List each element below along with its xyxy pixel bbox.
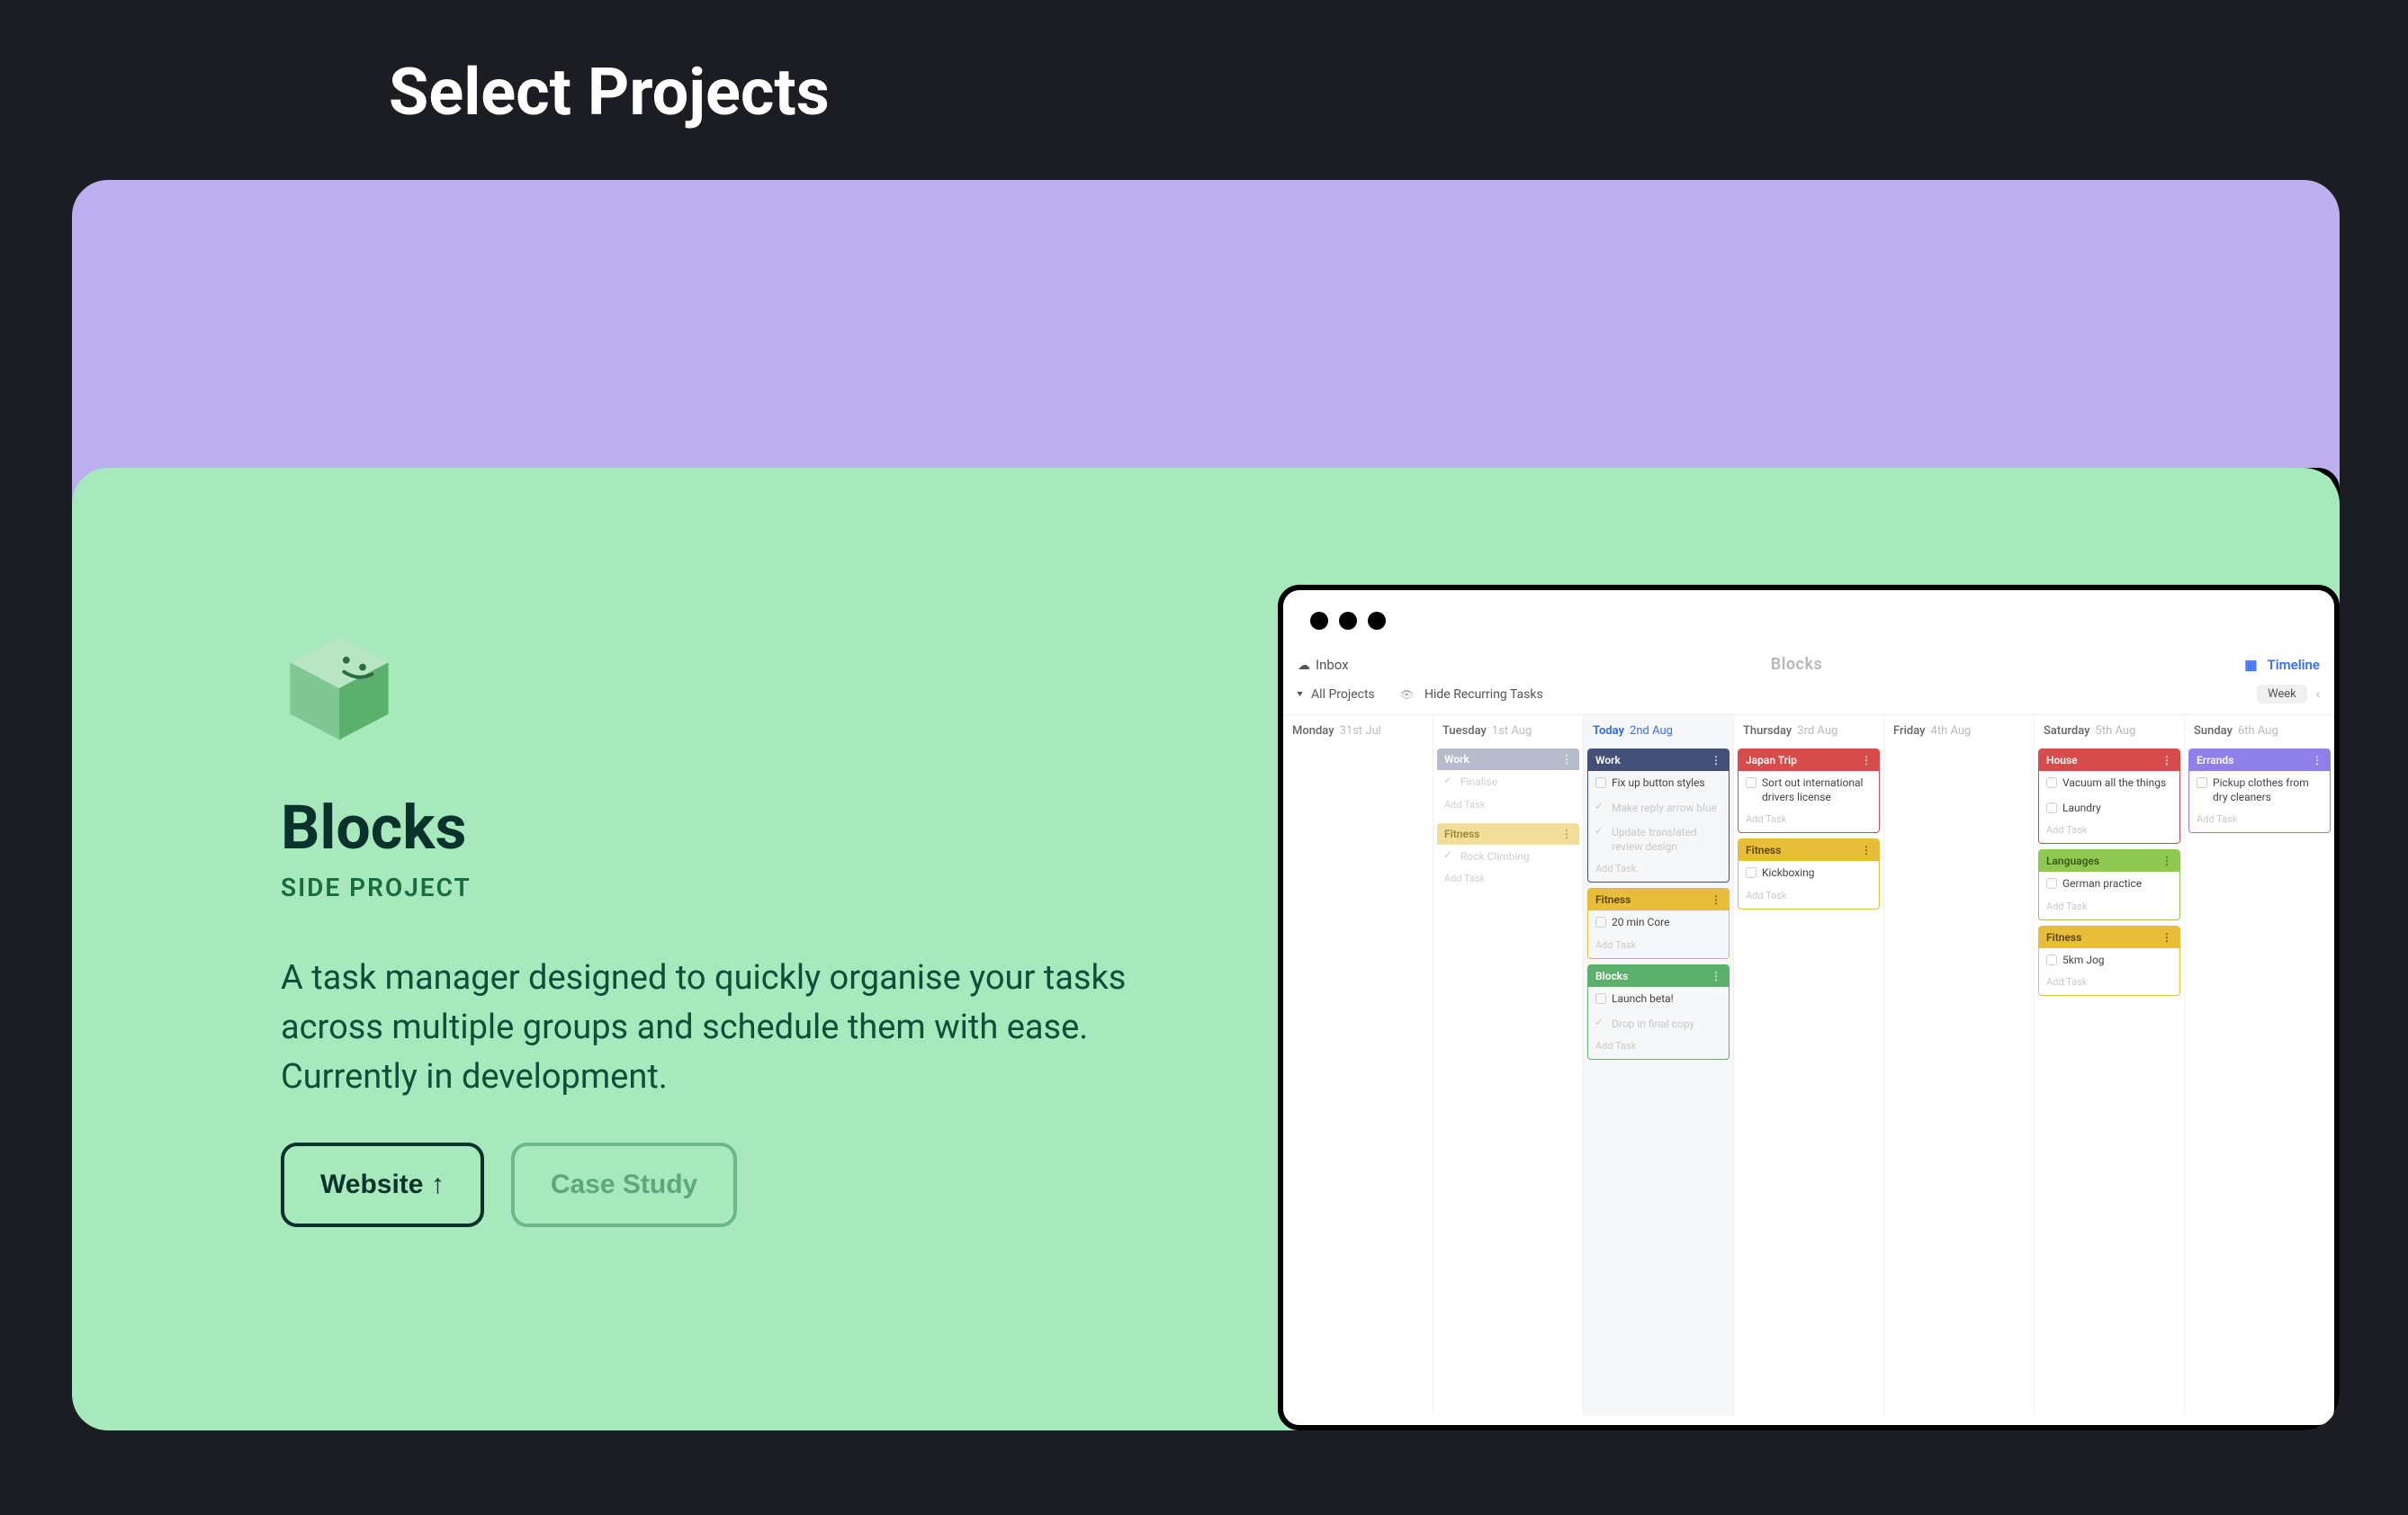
task-item[interactable]: Make reply arrow blue [1588, 796, 1729, 821]
checkbox-icon[interactable] [1595, 993, 1606, 1004]
checkbox-icon[interactable] [1746, 777, 1757, 788]
add-task-button[interactable]: Add Task [1588, 1036, 1729, 1059]
calendar-grid: Monday31st JulTuesday1st AugWork⋮Finalis… [1283, 714, 2334, 1416]
checkbox-icon[interactable] [1444, 851, 1455, 862]
task-group: Fitness⋮5km JogAdd Task [2038, 926, 2180, 997]
group-header[interactable]: Work⋮ [1588, 749, 1729, 771]
case-study-button[interactable]: Case Study [511, 1143, 737, 1227]
add-task-button[interactable]: Add Task [2039, 973, 2179, 995]
day-column: Today2nd AugWork⋮Fix up button stylesMak… [1584, 715, 1734, 1416]
day-column: Friday4th Aug [1884, 715, 2035, 1416]
group-header[interactable]: Blocks⋮ [1588, 965, 1729, 987]
checkbox-icon[interactable] [1595, 827, 1606, 838]
task-group: Errands⋮Pickup clothes from dry cleaners… [2188, 749, 2331, 833]
task-group: Fitness⋮20 min CoreAdd Task [1587, 888, 1730, 959]
day-column: Sunday6th AugErrands⋮Pickup clothes from… [2185, 715, 2334, 1416]
day-column: Monday31st Jul [1283, 715, 1433, 1416]
day-header: Thursday3rd Aug [1734, 715, 1883, 749]
task-item[interactable]: 5km Jog [2039, 948, 2179, 973]
checkbox-icon[interactable] [1595, 802, 1606, 813]
checkbox-icon[interactable] [2197, 777, 2207, 788]
checkbox-icon[interactable] [1444, 776, 1455, 787]
day-header: Today2nd Aug [1584, 715, 1733, 749]
project-subtitle: SIDE PROJECT [281, 873, 472, 902]
app-title: Blocks [1771, 655, 1822, 674]
group-header[interactable]: Fitness⋮ [2039, 927, 2179, 948]
task-group: Work⋮FinaliseAdd Task [1437, 749, 1579, 818]
group-header[interactable]: Work⋮ [1437, 749, 1579, 770]
checkbox-icon[interactable] [2046, 777, 2057, 788]
add-task-button[interactable]: Add Task [1437, 795, 1579, 818]
task-item[interactable]: Laundry [2039, 796, 2179, 821]
add-task-button[interactable]: Add Task [2039, 820, 2179, 843]
add-task-button[interactable]: Add Task [1739, 810, 1879, 832]
task-group: House⋮Vacuum all the thingsLaundryAdd Ta… [2038, 749, 2180, 844]
add-task-button[interactable]: Add Task [1588, 859, 1729, 882]
checkbox-icon[interactable] [1595, 917, 1606, 928]
task-item[interactable]: Drop in final copy [1588, 1012, 1729, 1037]
day-column: Saturday5th AugHouse⋮Vacuum all the thin… [2035, 715, 2185, 1416]
group-header[interactable]: House⋮ [2039, 749, 2179, 771]
task-group: Work⋮Fix up button stylesMake reply arro… [1587, 749, 1730, 883]
inbox-link[interactable]: Inbox [1298, 657, 1349, 673]
add-task-button[interactable]: Add Task [1437, 869, 1579, 892]
task-item[interactable]: Vacuum all the things [2039, 771, 2179, 796]
task-item[interactable]: Finalise [1437, 770, 1579, 795]
project-title: Blocks [281, 792, 466, 864]
toggle-hide-recurring[interactable]: Hide Recurring Tasks [1400, 687, 1543, 702]
add-task-button[interactable]: Add Task [2039, 897, 2179, 919]
project-description: A task manager designed to quickly organ… [281, 954, 1136, 1102]
project-card-blocks: Blocks SIDE PROJECT A task manager desig… [72, 468, 2340, 1430]
checkbox-icon[interactable] [2046, 802, 2057, 813]
add-task-button[interactable]: Add Task [1739, 886, 1879, 909]
website-button[interactable]: Website ↑ [281, 1143, 484, 1227]
button-row: Website ↑ Case Study [281, 1143, 737, 1227]
range-week-pill[interactable]: Week [2257, 685, 2307, 704]
task-group: Fitness⋮KickboxingAdd Task [1738, 838, 1880, 910]
day-header: Monday31st Jul [1283, 715, 1433, 749]
task-item[interactable]: Launch beta! [1588, 987, 1729, 1012]
task-item[interactable]: Rock Climbing [1437, 845, 1579, 870]
group-header[interactable]: Japan Trip⋮ [1739, 749, 1879, 771]
add-task-button[interactable]: Add Task [1588, 936, 1729, 958]
add-task-button[interactable]: Add Task [2189, 810, 2330, 832]
section-title: Select Projects [389, 54, 830, 130]
task-item[interactable]: Sort out international drivers license [1739, 771, 1879, 810]
task-item[interactable]: 20 min Core [1588, 910, 1729, 936]
task-group: Fitness⋮Rock ClimbingAdd Task [1437, 823, 1579, 892]
group-header[interactable]: Fitness⋮ [1739, 839, 1879, 861]
checkbox-icon[interactable] [1746, 867, 1757, 878]
task-item[interactable]: Kickboxing [1739, 861, 1879, 886]
task-item[interactable]: Update translated review design [1588, 820, 1729, 859]
checkbox-icon[interactable] [2046, 878, 2057, 889]
day-column: Tuesday1st AugWork⋮FinaliseAdd TaskFitne… [1433, 715, 1584, 1416]
task-item[interactable]: German practice [2039, 872, 2179, 897]
checkbox-icon[interactable] [2046, 955, 2057, 965]
checkbox-icon[interactable] [1595, 777, 1606, 788]
filter-all-projects[interactable]: All Projects [1298, 687, 1375, 702]
group-header[interactable]: Errands⋮ [2189, 749, 2330, 771]
group-header[interactable]: Fitness⋮ [1437, 823, 1579, 845]
day-header: Saturday5th Aug [2035, 715, 2184, 749]
preview-browser-blocks: Inbox Blocks Timeline All Projects Hide … [1278, 585, 2340, 1430]
day-header: Friday4th Aug [1884, 715, 2034, 749]
task-group: Languages⋮German practiceAdd Task [2038, 849, 2180, 920]
task-item[interactable]: Pickup clothes from dry cleaners [2189, 771, 2330, 810]
window-controls-icon [1283, 590, 2334, 648]
task-group: Japan Trip⋮Sort out international driver… [1738, 749, 1880, 833]
timeline-link[interactable]: Timeline [2244, 657, 2320, 673]
day-header: Sunday6th Aug [2185, 715, 2334, 749]
task-item[interactable]: Fix up button styles [1588, 771, 1729, 796]
checkbox-icon[interactable] [1595, 1018, 1606, 1029]
day-column: Thursday3rd AugJapan Trip⋮Sort out inter… [1734, 715, 1884, 1416]
group-header[interactable]: Fitness⋮ [1588, 889, 1729, 910]
task-group: Blocks⋮Launch beta!Drop in final copyAdd… [1587, 964, 1730, 1060]
blocks-cube-icon [281, 630, 398, 747]
group-header[interactable]: Languages⋮ [2039, 850, 2179, 872]
chevron-left-icon[interactable]: ‹ [2316, 687, 2320, 702]
day-header: Tuesday1st Aug [1433, 715, 1583, 749]
